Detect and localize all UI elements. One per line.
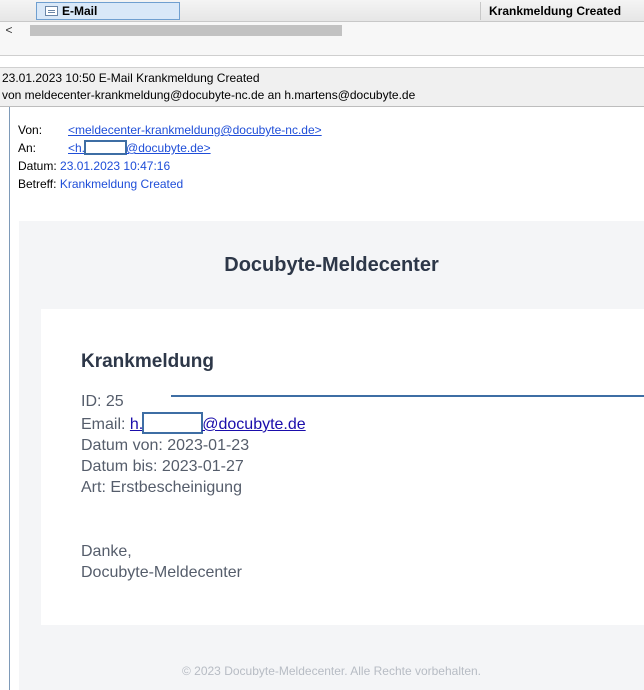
card-title: Krankmeldung (81, 351, 215, 372)
frame-border (9, 107, 10, 690)
header-subject-row: Betreff: Krankmeldung Created (18, 175, 322, 193)
tab-email-label: E-Mail (62, 4, 98, 18)
email-prefix: h. (129, 416, 144, 433)
date-to-line: Datum bis: 2023-01-27 (81, 458, 244, 475)
tab-email[interactable]: E-Mail (36, 2, 180, 20)
message-headers: Von: <meldecenter-krankmeldung@docubyte-… (18, 121, 322, 193)
header-from-row: Von: <meldecenter-krankmeldung@docubyte-… (18, 121, 322, 139)
footer-text: © 2023 Docubyte-Meldecenter. Alle Rechte… (181, 664, 482, 678)
header-date-row: Datum: 23.01.2023 10:47:16 (18, 157, 322, 175)
card-details: ID: 25 Email: h. @docubyte.de Datum von: … (81, 391, 306, 498)
info-line-2: von meldecenter-krankmeldung@docubyte-nc… (2, 88, 416, 102)
to-label: An: (18, 141, 37, 155)
email-icon (45, 6, 58, 16)
signature-line: Docubyte-Meldecenter (81, 564, 242, 581)
horizontal-scrollbar: < (0, 22, 644, 56)
to-prefix: <h. (68, 141, 86, 155)
brand-title: Docubyte-Meldecenter (224, 254, 439, 276)
scrollbar-thumb[interactable] (30, 25, 342, 36)
to-address-link[interactable]: <h. @docubyte.de> (68, 139, 211, 157)
header-to-row: An: <h. @docubyte.de> (18, 139, 322, 157)
redaction-box (142, 412, 204, 434)
from-address-link[interactable]: <meldecenter-krankmeldung@docubyte-nc.de… (68, 121, 322, 139)
from-label: Von: (18, 123, 43, 137)
content-card: Krankmeldung ID: 25 Email: h. @docubyte.d… (41, 309, 644, 625)
tab-bar: E-Mail Krankmeldung Created (0, 0, 644, 22)
email-body: Docubyte-Meldecenter Krankmeldung ID: 25… (19, 221, 644, 690)
thanks-line: Danke, (81, 543, 132, 560)
email-line: Email: h. @docubyte.de (81, 412, 306, 435)
date-label: Datum: (18, 159, 57, 173)
email-suffix: @docubyte.de (202, 416, 306, 433)
date-from-line: Datum von: 2023-01-23 (81, 437, 250, 454)
subject-label: Betreff: (18, 177, 57, 191)
signature-block: Danke, Docubyte-Meldecenter (81, 541, 242, 583)
message-info-bar: 23.01.2023 10:50 E-Mail Krankmeldung Cre… (0, 67, 644, 107)
redaction-box (84, 140, 128, 155)
id-line: ID: 25 (81, 393, 124, 410)
date-value: 23.01.2023 10:47:16 (60, 159, 171, 173)
subject-value: Krankmeldung Created (59, 177, 184, 191)
type-line: Art: Erstbescheinigung (81, 479, 242, 496)
subject-column-header[interactable]: Krankmeldung Created (480, 2, 644, 20)
email-label: Email: (81, 416, 130, 433)
email-link[interactable]: h. @docubyte.de (129, 412, 306, 434)
to-suffix: @docubyte.de> (126, 141, 211, 155)
info-line-1: 23.01.2023 10:50 E-Mail Krankmeldung Cre… (2, 71, 260, 85)
scroll-left-button[interactable]: < (2, 23, 16, 37)
